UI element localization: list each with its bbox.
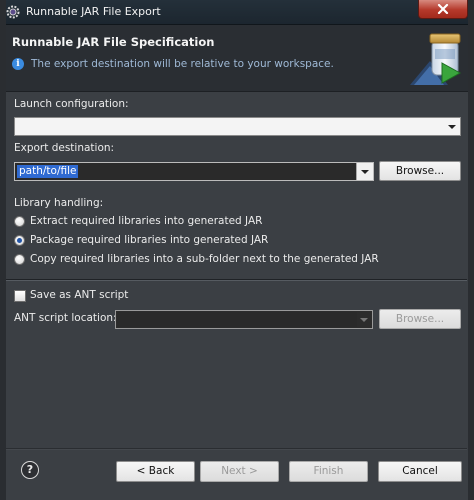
info-icon: i: [12, 58, 24, 70]
ant-browse-button[interactable]: Browse...: [379, 309, 461, 329]
launch-configuration-dropdown[interactable]: [14, 117, 461, 136]
export-destination-dropdown-toggle[interactable]: [356, 163, 373, 180]
extract-libraries-radio[interactable]: [14, 216, 25, 227]
export-destination-combo[interactable]: path/to/file: [14, 162, 374, 181]
ant-script-location-field: [117, 312, 357, 327]
save-ant-script-label[interactable]: Save as ANT script: [30, 289, 128, 301]
package-libraries-radio[interactable]: [14, 235, 25, 246]
export-wizard-window: Runnable JAR File Export Runnable JAR Fi…: [0, 0, 474, 500]
chevron-down-icon: [448, 125, 456, 129]
window-title: Runnable JAR File Export: [26, 5, 161, 18]
header-message: The export destination will be relative …: [31, 58, 334, 70]
export-destination-label: Export destination:: [14, 142, 115, 154]
export-destination-value: path/to/file: [17, 165, 79, 178]
cancel-button[interactable]: Cancel: [378, 461, 462, 482]
extract-libraries-label[interactable]: Extract required libraries into generate…: [30, 215, 262, 227]
package-libraries-label[interactable]: Package required libraries into generate…: [30, 234, 268, 246]
section-divider: [6, 279, 467, 281]
close-button[interactable]: [418, 0, 468, 19]
jar-export-wizard-icon: [410, 33, 462, 85]
back-button[interactable]: < Back: [116, 461, 195, 482]
chevron-down-icon: [360, 318, 368, 322]
wizard-header: Runnable JAR File Specification i The ex…: [0, 25, 474, 92]
left-border: [0, 0, 6, 500]
footer-divider: [6, 448, 467, 450]
ant-script-location-combo[interactable]: [115, 310, 373, 329]
finish-button[interactable]: Finish: [289, 461, 368, 482]
copy-libraries-label[interactable]: Copy required libraries into a sub-folde…: [30, 253, 379, 265]
page-title: Runnable JAR File Specification: [12, 35, 215, 49]
title-bar: Runnable JAR File Export: [0, 0, 474, 25]
save-ant-script-checkbox[interactable]: [14, 290, 26, 302]
copy-libraries-radio[interactable]: [14, 254, 25, 265]
help-icon[interactable]: ?: [21, 461, 39, 479]
export-destination-browse-button[interactable]: Browse...: [379, 161, 461, 181]
right-border: [468, 0, 474, 500]
close-icon: [437, 4, 449, 14]
launch-configuration-label: Launch configuration:: [14, 98, 129, 110]
eclipse-gear-icon: [6, 5, 20, 19]
chevron-down-icon: [361, 170, 369, 174]
next-button[interactable]: Next >: [200, 461, 279, 482]
ant-script-location-label: ANT script location:: [14, 312, 117, 324]
library-handling-label: Library handling:: [14, 197, 104, 209]
